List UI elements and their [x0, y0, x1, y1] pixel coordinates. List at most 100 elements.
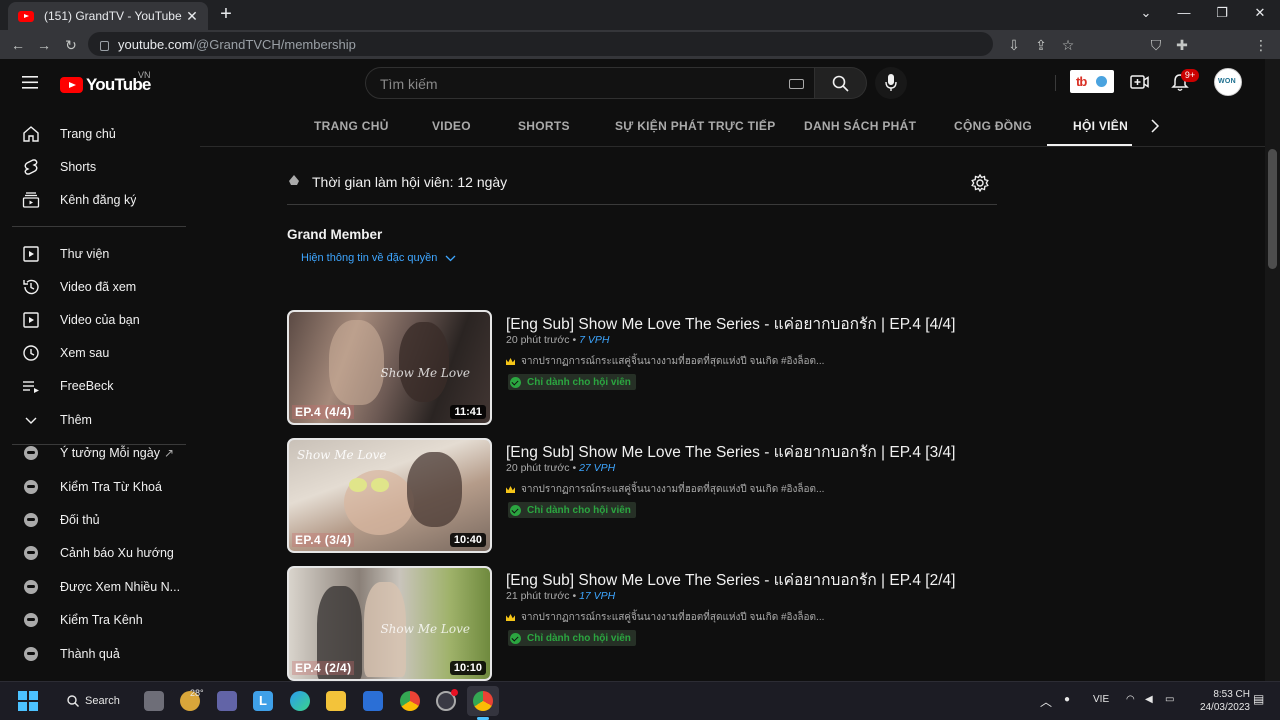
- back-arrow-icon[interactable]: ←: [9, 36, 27, 54]
- sidebar-item-library[interactable]: Thư viện: [12, 237, 188, 270]
- bookmark-star-icon[interactable]: ☆: [1059, 36, 1077, 54]
- subscriptions-icon: [22, 191, 40, 208]
- series-logo: Show Me Love: [380, 622, 470, 636]
- crown-icon: [506, 358, 515, 365]
- chrome-active-icon[interactable]: [473, 691, 493, 711]
- install-app-icon[interactable]: ⇩: [1005, 36, 1023, 54]
- chrome-icon[interactable]: [400, 691, 420, 711]
- sidebar-item-freebeck[interactable]: FreeBeck: [12, 369, 188, 402]
- tab-playlists[interactable]: DANH SÁCH PHÁT: [804, 119, 916, 133]
- voice-search-button[interactable]: [875, 67, 907, 99]
- close-window-button[interactable]: ✕: [1249, 4, 1271, 22]
- sidebar-item-history[interactable]: Video đã xem: [12, 270, 188, 303]
- video-title[interactable]: [Eng Sub] Show Me Love The Series - แค่อ…: [506, 311, 955, 336]
- forward-arrow-icon[interactable]: →: [35, 36, 53, 54]
- sidebar-item-shorts[interactable]: Shorts: [12, 150, 188, 183]
- tubebuddy-extension-icon[interactable]: tb: [1070, 70, 1114, 93]
- tab-home[interactable]: TRANG CHỦ: [314, 119, 389, 133]
- search-input[interactable]: [380, 74, 780, 94]
- battery-icon[interactable]: ▭: [1165, 694, 1174, 705]
- sidebar-item-achievements[interactable]: Thành quả: [12, 637, 188, 670]
- video-time-ago: 21 phút trước: [506, 590, 570, 602]
- sidebar-item-subscriptions[interactable]: Kênh đăng ký: [12, 183, 188, 216]
- sidebar-item-keyword-check[interactable]: Kiểm Tra Từ Khoá: [12, 470, 188, 503]
- video-duration: 10:40: [449, 533, 486, 547]
- video-thumbnail[interactable]: Show Me Love EP.4 (4/4) 11:41: [287, 310, 492, 425]
- tab-shorts[interactable]: SHORTS: [518, 119, 570, 133]
- keyboard-icon[interactable]: [789, 79, 804, 89]
- series-logo: Show Me Love: [297, 448, 387, 462]
- sidebar-item-label: Kênh đăng ký: [60, 192, 137, 207]
- episode-label: EP.4 (2/4): [292, 661, 355, 675]
- tab-search-icon[interactable]: ⌄: [1135, 4, 1157, 22]
- search-button[interactable]: [815, 67, 867, 99]
- sidebar-item-watch-later[interactable]: Xem sau: [12, 336, 188, 369]
- share-icon[interactable]: ⇪: [1032, 36, 1050, 54]
- taskbar-clock[interactable]: 8:53 CH 24/03/2023: [1190, 688, 1250, 714]
- chrome-menu-icon[interactable]: ⋮: [1252, 36, 1270, 54]
- video-title[interactable]: [Eng Sub] Show Me Love The Series - แค่อ…: [506, 567, 955, 592]
- shorts-icon: [24, 158, 38, 175]
- video-thumbnail[interactable]: Show Me Love EP.4 (3/4) 10:40: [287, 438, 492, 553]
- video-description-text: จากปรากฏการณ์กระแสคู่จิ้นนางงามที่ฮอตที่…: [521, 612, 825, 623]
- file-explorer-icon[interactable]: [326, 691, 346, 711]
- task-view-icon[interactable]: [144, 691, 164, 711]
- page-scrollbar[interactable]: [1265, 59, 1280, 681]
- sidebar-item-competitors[interactable]: Đối thủ: [12, 503, 188, 536]
- volume-icon[interactable]: ◀: [1145, 694, 1153, 705]
- browser-tab[interactable]: (151) GrandTV - YouTube ✕: [8, 2, 208, 30]
- input-language[interactable]: VIE: [1093, 694, 1109, 705]
- taskbar-search-button[interactable]: Search: [59, 689, 123, 713]
- microsoft-store-icon[interactable]: [363, 691, 383, 711]
- app-l-icon[interactable]: L: [253, 691, 273, 711]
- sidebar-item-label: FreeBeck: [60, 378, 114, 393]
- video-title[interactable]: [Eng Sub] Show Me Love The Series - แค่อ…: [506, 439, 955, 464]
- microphone-icon[interactable]: ●: [1064, 694, 1070, 705]
- close-tab-icon[interactable]: ✕: [184, 8, 200, 25]
- sidebar-item-most-viewed[interactable]: Được Xem Nhiều N...: [12, 570, 188, 603]
- windows-start-icon[interactable]: [18, 691, 38, 711]
- video-vph: 27 VPH: [579, 462, 616, 474]
- maximize-button[interactable]: ❐: [1211, 4, 1233, 22]
- sidebar-item-label: Thêm: [60, 412, 92, 427]
- tab-community[interactable]: CỘNG ĐỒNG: [954, 119, 1032, 133]
- sidebar-item-your-videos[interactable]: Video của bạn: [12, 303, 188, 336]
- show-perks-link[interactable]: Hiện thông tin về đặc quyền: [301, 252, 456, 264]
- account-avatar[interactable]: WON: [1214, 68, 1242, 96]
- sidebar-item-daily-ideas[interactable]: Ý tưởng Mỗi ngày ↗: [12, 436, 188, 469]
- weather-temp: 28°: [190, 688, 204, 698]
- shield-extension-icon[interactable]: ⛉: [1147, 36, 1165, 54]
- video-thumbnail[interactable]: Show Me Love EP.4 (2/4) 10:10: [287, 566, 492, 681]
- sidebar-item-channel-check[interactable]: Kiểm Tra Kênh: [12, 603, 188, 636]
- tab-membership[interactable]: HỘI VIÊN: [1073, 119, 1128, 133]
- edge-browser-icon[interactable]: [290, 691, 310, 711]
- new-tab-button[interactable]: +: [216, 4, 236, 24]
- extensions-puzzle-icon[interactable]: ✚: [1173, 36, 1191, 54]
- youtube-logo[interactable]: YouTube VN: [60, 70, 151, 95]
- tab-videos[interactable]: VIDEO: [432, 119, 471, 133]
- chevron-right-icon[interactable]: [1150, 119, 1160, 133]
- hamburger-menu-icon[interactable]: [22, 76, 38, 89]
- sidebar-item-label: Đối thủ: [60, 512, 100, 527]
- sidebar-item-label: Ý tưởng Mỗi ngày: [60, 445, 160, 460]
- library-icon: [23, 245, 39, 262]
- sidebar-item-label: Xem sau: [60, 345, 110, 360]
- notification-center-icon[interactable]: ▤: [1253, 692, 1264, 706]
- sidebar-item-more[interactable]: Thêm: [12, 403, 188, 436]
- tray-overflow-icon[interactable]: ︿: [1040, 693, 1052, 710]
- sidebar-item-home[interactable]: Trang chủ: [12, 117, 188, 150]
- members-only-badge: Chỉ dành cho hội viên: [508, 502, 636, 518]
- reload-icon[interactable]: ↻: [62, 36, 80, 54]
- windows-taskbar: Search 28° L ︿ ● VIE ◠ ◀ ▭ 8:53 CH 24/03…: [0, 681, 1280, 720]
- minimize-button[interactable]: —: [1173, 4, 1195, 22]
- teams-chat-icon[interactable]: [217, 691, 237, 711]
- scrollbar-thumb[interactable]: [1268, 149, 1277, 269]
- create-video-icon[interactable]: [1130, 74, 1149, 90]
- address-bar[interactable]: youtube.com/@GrandTVCH/membership: [88, 32, 993, 56]
- gear-icon[interactable]: [971, 174, 989, 192]
- wifi-icon[interactable]: ◠: [1126, 694, 1135, 705]
- show-perks-label: Hiện thông tin về đặc quyền: [301, 252, 438, 264]
- sidebar-item-trend-alerts[interactable]: Cảnh báo Xu hướng: [12, 536, 188, 569]
- search-icon: [832, 75, 849, 92]
- tab-live[interactable]: SỰ KIỆN PHÁT TRỰC TIẾP: [615, 119, 776, 133]
